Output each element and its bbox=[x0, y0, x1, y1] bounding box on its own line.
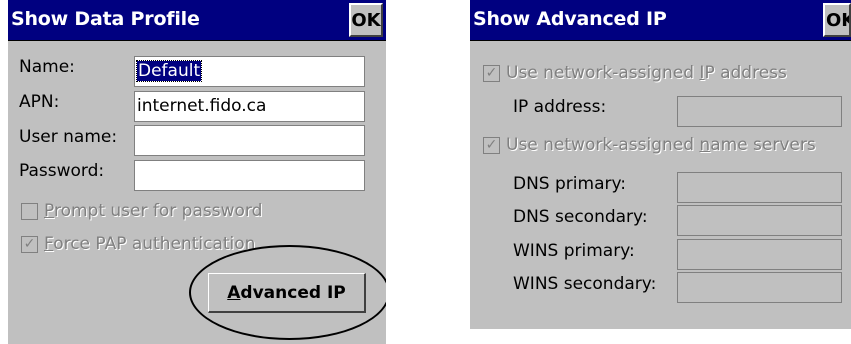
data-profile-dialog: Show Data Profile OK Name: Default APN: … bbox=[8, 0, 386, 344]
force-pap-checkbox[interactable]: ✓ bbox=[21, 235, 38, 253]
prompt-password-label: Prompt user for password bbox=[44, 201, 263, 221]
dns-primary-field[interactable] bbox=[677, 172, 842, 203]
name-field[interactable]: Default bbox=[134, 56, 365, 87]
use-network-ip-label: Use network-assigned IP address bbox=[506, 63, 787, 83]
wins-secondary-field[interactable] bbox=[677, 272, 842, 303]
use-network-dns-checkbox-row[interactable]: ✓ Use network-assigned name servers bbox=[483, 135, 816, 155]
check-icon: ✓ bbox=[485, 65, 498, 81]
prompt-password-checkbox-row[interactable]: Prompt user for password bbox=[21, 201, 262, 221]
ip-address-field[interactable] bbox=[677, 96, 842, 127]
wins-primary-field[interactable] bbox=[677, 239, 842, 270]
use-network-dns-label: Use network-assigned name servers bbox=[506, 135, 816, 155]
title-bar: Show Advanced IP OK bbox=[470, 0, 851, 41]
name-label: Name: bbox=[19, 57, 75, 77]
check-icon: ✓ bbox=[23, 236, 36, 252]
apn-field[interactable]: internet.fido.ca bbox=[134, 91, 365, 122]
use-network-dns-checkbox[interactable]: ✓ bbox=[483, 136, 500, 154]
user-name-field[interactable] bbox=[134, 125, 365, 156]
name-value: Default bbox=[135, 60, 203, 82]
dialog-title: Show Advanced IP bbox=[473, 8, 667, 30]
dns-secondary-label: DNS secondary: bbox=[513, 207, 648, 227]
dns-secondary-field[interactable] bbox=[677, 205, 842, 236]
dns-primary-label: DNS primary: bbox=[513, 174, 627, 194]
use-network-ip-checkbox-row[interactable]: ✓ Use network-assigned IP address bbox=[483, 63, 787, 83]
title-bar: Show Data Profile OK bbox=[8, 0, 386, 41]
force-pap-label: Force PAP authentication bbox=[44, 234, 256, 254]
wins-secondary-label: WINS secondary: bbox=[513, 274, 657, 294]
wins-primary-label: WINS primary: bbox=[513, 241, 635, 261]
ok-button[interactable]: OK bbox=[823, 3, 851, 37]
advanced-ip-button[interactable]: Advanced IP bbox=[208, 273, 366, 313]
dialog-title: Show Data Profile bbox=[11, 8, 200, 30]
user-name-label: User name: bbox=[19, 127, 118, 147]
password-label: Password: bbox=[19, 161, 105, 181]
use-network-ip-checkbox[interactable]: ✓ bbox=[483, 64, 500, 82]
ok-button[interactable]: OK bbox=[349, 3, 383, 37]
check-icon: ✓ bbox=[485, 137, 498, 153]
force-pap-checkbox-row[interactable]: ✓ Force PAP authentication bbox=[21, 234, 255, 254]
advanced-ip-dialog: Show Advanced IP OK ✓ Use network-assign… bbox=[470, 0, 851, 329]
apn-label: APN: bbox=[19, 92, 60, 112]
prompt-password-checkbox[interactable] bbox=[21, 202, 38, 220]
ip-address-label: IP address: bbox=[513, 97, 607, 117]
password-field[interactable] bbox=[134, 160, 365, 191]
